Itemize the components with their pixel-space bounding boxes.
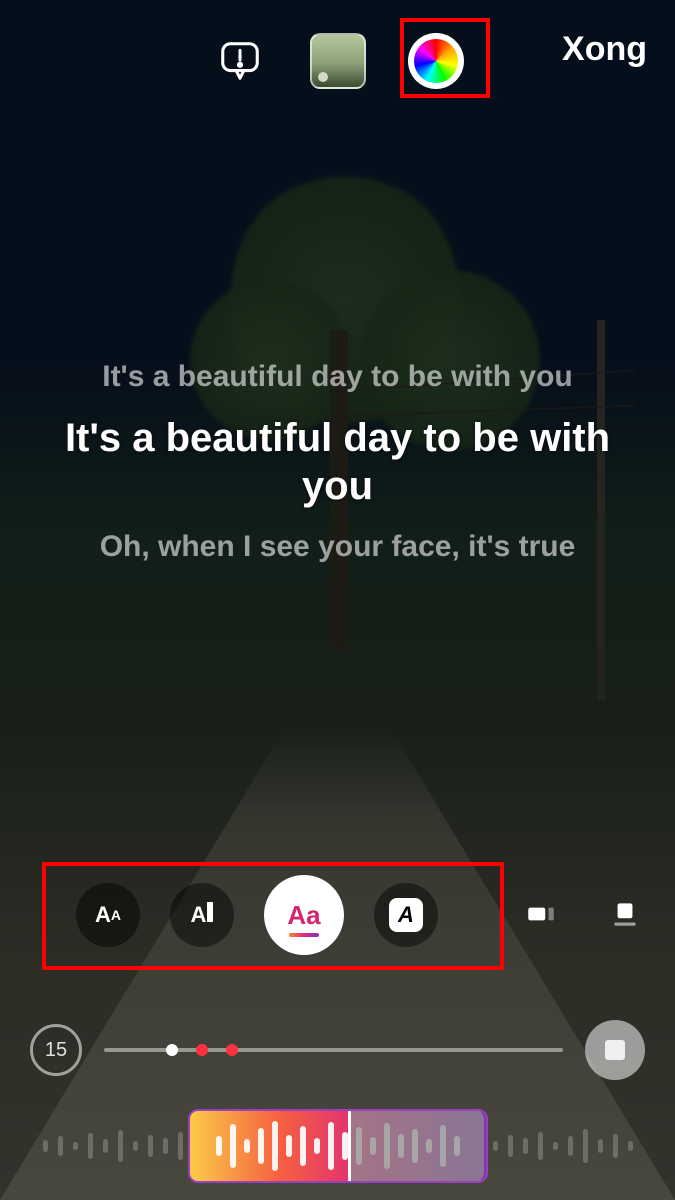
- slider-marker-icon: [196, 1044, 208, 1056]
- done-button[interactable]: Xong: [562, 30, 647, 69]
- alignment-button[interactable]: [515, 888, 567, 940]
- lyric-current: It's a beautiful day to be with you: [40, 414, 635, 510]
- timeline-controls: 15: [30, 1020, 645, 1080]
- clip-right-handle[interactable]: [472, 1111, 488, 1181]
- slider-marker-icon: [226, 1044, 238, 1056]
- style-option-boxed[interactable]: A: [374, 883, 438, 947]
- slider-marker-icon: [166, 1044, 178, 1056]
- style-option-underline[interactable]: Aa: [264, 875, 344, 955]
- audio-scrubber[interactable]: [0, 1092, 675, 1200]
- report-icon[interactable]: [212, 33, 268, 89]
- style-option-dynamic[interactable]: AA: [76, 883, 140, 947]
- music-cover-button[interactable]: [310, 33, 366, 89]
- cursor-icon: [207, 902, 213, 922]
- boxed-a-icon: A: [389, 898, 423, 932]
- lyrics-overlay[interactable]: It's a beautiful day to be with you It's…: [40, 352, 635, 571]
- lyric-prev: It's a beautiful day to be with you: [40, 358, 635, 396]
- stop-icon: [605, 1040, 625, 1060]
- clip-duration-badge[interactable]: 15: [30, 1024, 82, 1076]
- audio-clip-window[interactable]: [188, 1109, 488, 1183]
- timeline-slider[interactable]: [104, 1048, 563, 1052]
- style-option-typewriter[interactable]: A: [170, 883, 234, 947]
- position-button[interactable]: [599, 888, 651, 940]
- stop-button[interactable]: [585, 1020, 645, 1080]
- clip-unused-region: [348, 1111, 486, 1181]
- lyric-next: Oh, when I see your face, it's true: [40, 528, 635, 566]
- music-thumbnail-icon: [310, 33, 366, 89]
- annotation-highlight-color: [400, 18, 490, 98]
